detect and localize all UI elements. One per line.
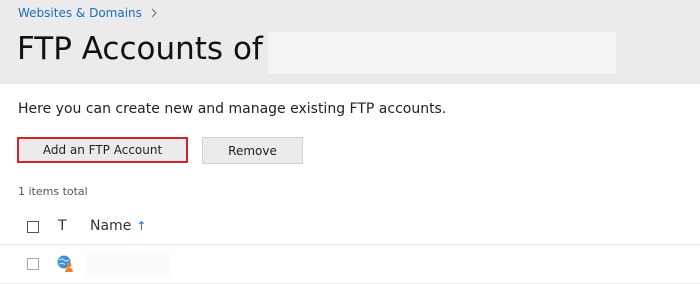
column-header-name-label: Name (90, 218, 132, 234)
items-total-count: 1 items total (18, 185, 88, 198)
breadcrumb-link-websites-domains[interactable]: Websites & Domains (18, 6, 142, 20)
column-header-name[interactable]: Name ↑ (90, 217, 146, 235)
redacted-domain-name (268, 32, 616, 74)
breadcrumb: Websites & Domains (18, 5, 159, 21)
arrow-up-icon: ↑ (136, 219, 147, 233)
select-all-checkbox[interactable] (27, 221, 39, 233)
row-checkbox[interactable] (27, 258, 39, 270)
table-header: T Name ↑ (0, 210, 700, 245)
ftp-account-icon (57, 255, 73, 272)
remove-button[interactable]: Remove (202, 137, 303, 164)
table-row (0, 245, 700, 284)
redacted-account-name[interactable] (86, 253, 170, 276)
chevron-right-icon (151, 8, 157, 18)
add-ftp-account-button[interactable]: Add an FTP Account (17, 137, 188, 163)
page-title: FTP Accounts of (17, 31, 263, 67)
page-header: Websites & Domains FTP Accounts of (0, 0, 700, 84)
column-header-type[interactable]: T (58, 217, 67, 235)
intro-text: Here you can create new and manage exist… (18, 101, 447, 117)
